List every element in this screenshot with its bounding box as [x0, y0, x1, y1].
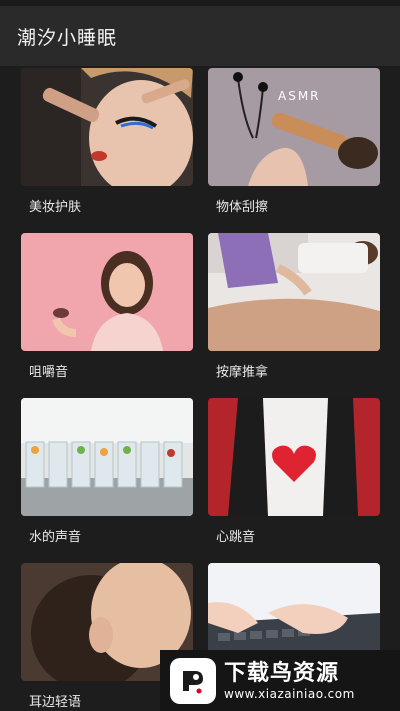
- massage-image: [208, 233, 380, 351]
- watermark-banner: 下载鸟资源 www.xiazainiao.com: [160, 650, 400, 711]
- card-heartbeat[interactable]: 心跳音: [208, 398, 380, 545]
- category-grid: 美妆护肤 ASMR 物体刮擦 咀嚼音 按摩推拿 水的声音 心跳音 耳边轻语: [0, 66, 400, 711]
- app-header: 潮汐小睡眠: [0, 6, 400, 66]
- card-label: 美妆护肤: [29, 200, 82, 215]
- card-label: 水的声音: [29, 530, 82, 545]
- asmr-brush-image: ASMR: [208, 68, 380, 186]
- app-title: 潮汐小睡眠: [17, 26, 118, 49]
- card-label: 心跳音: [216, 530, 256, 545]
- card-label: 咀嚼音: [29, 365, 69, 380]
- card-object-scratching[interactable]: ASMR 物体刮擦: [208, 68, 380, 215]
- asmr-text: ASMR: [278, 89, 321, 103]
- card-water[interactable]: 水的声音: [21, 398, 193, 545]
- water-glasses-image: [21, 398, 193, 516]
- watermark-title: 下载鸟资源: [224, 660, 340, 686]
- card-thumbnail: [21, 68, 193, 186]
- card-thumbnail: [208, 233, 380, 351]
- card-makeup[interactable]: 美妆护肤: [21, 68, 193, 215]
- makeup-image: [21, 68, 193, 186]
- card-chewing[interactable]: 咀嚼音: [21, 233, 193, 380]
- heart-image: [208, 398, 380, 516]
- card-label: 物体刮擦: [216, 200, 269, 215]
- card-label: 按摩推拿: [216, 365, 269, 380]
- card-thumbnail: ASMR: [208, 68, 380, 186]
- card-massage[interactable]: 按摩推拿: [208, 233, 380, 380]
- card-thumbnail: [208, 398, 380, 516]
- watermark-logo-icon: [170, 657, 216, 704]
- card-thumbnail: [21, 398, 193, 516]
- card-thumbnail: [21, 233, 193, 351]
- chewing-image: [21, 233, 193, 351]
- watermark-url: www.xiazainiao.com: [224, 686, 355, 701]
